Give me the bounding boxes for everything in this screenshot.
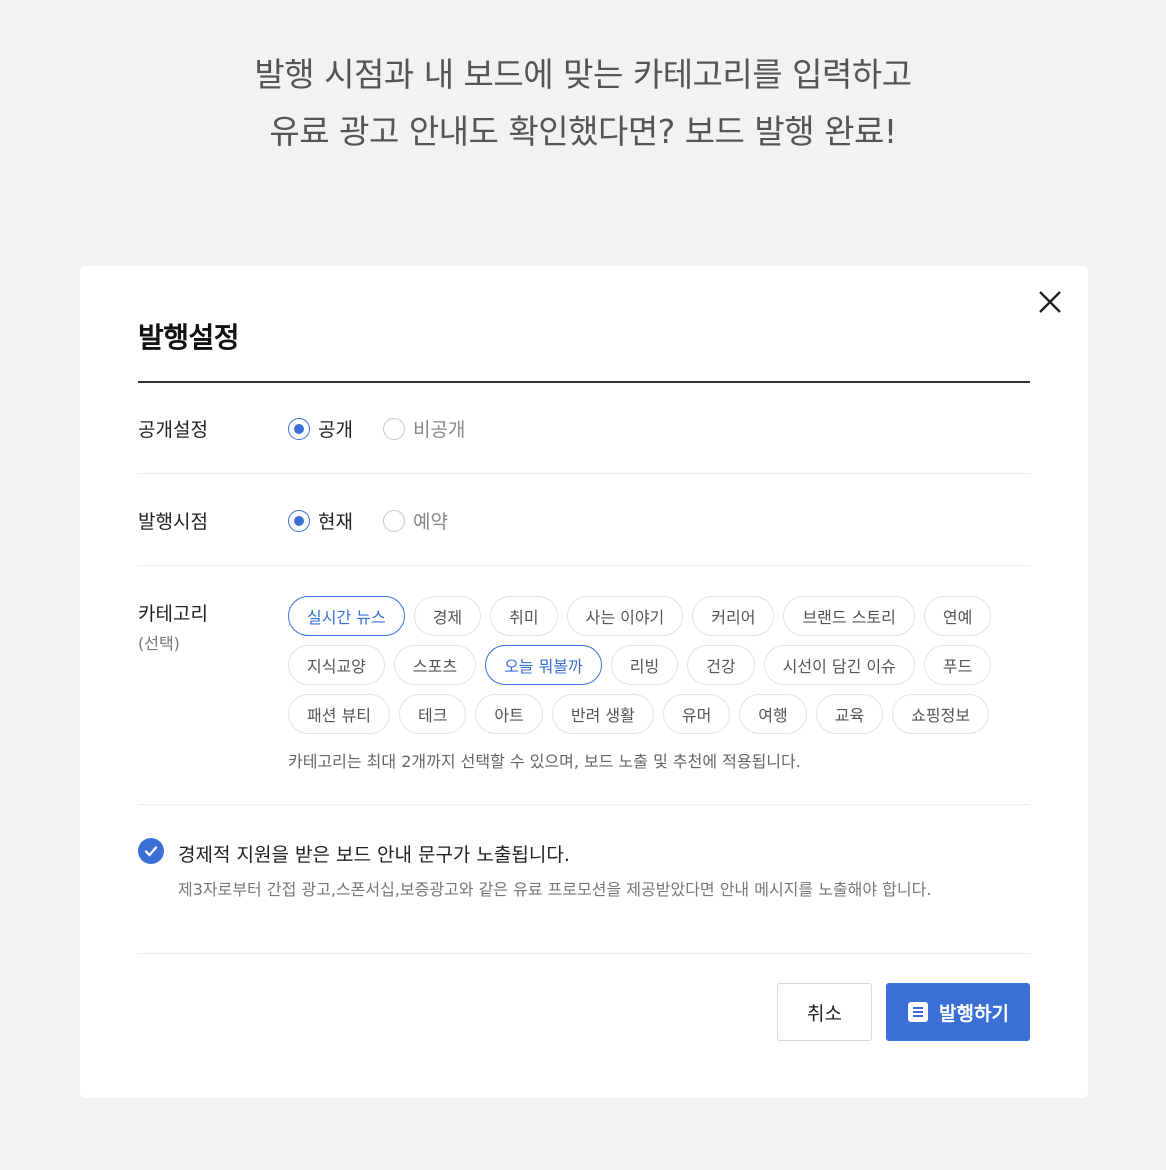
check-circle-icon[interactable] (138, 838, 164, 864)
chip-economy[interactable]: 경제 (413, 596, 482, 636)
publish-time-label: 발행시점 (138, 511, 208, 533)
cancel-button[interactable]: 취소 (777, 983, 872, 1041)
chip-pet-life[interactable]: 반려 생활 (551, 694, 654, 734)
radio-now-indicator[interactable] (288, 509, 310, 532)
radio-private-label: 비공개 (412, 419, 466, 441)
chip-entertainment[interactable]: 연예 (923, 596, 992, 636)
radio-schedule[interactable]: 예약 (382, 507, 448, 534)
publish-time-row: 발행시점 현재 예약 (138, 474, 1030, 566)
radio-public[interactable]: 공개 (288, 415, 353, 442)
category-row: 카테고리 (선택) 실시간 뉴스 경제 취미 사는 이야기 커리어 브랜드 스토… (138, 566, 1030, 805)
close-button[interactable] (1036, 288, 1064, 316)
chip-career[interactable]: 커리어 (692, 596, 775, 636)
chip-life-story[interactable]: 사는 이야기 (566, 596, 684, 636)
chip-tech[interactable]: 테크 (398, 694, 467, 734)
chip-knowledge[interactable]: 지식교양 (288, 645, 385, 685)
close-icon (1039, 291, 1061, 313)
visibility-label: 공개설정 (138, 419, 208, 441)
category-chip-list: 실시간 뉴스 경제 취미 사는 이야기 커리어 브랜드 스토리 연예 지식교양 … (288, 596, 1030, 743)
visibility-row: 공개설정 공개 비공개 (138, 383, 1030, 474)
headline-line-1: 발행 시점과 내 보드에 맞는 카테고리를 입력하고 (254, 55, 912, 94)
chip-fashion-beauty[interactable]: 패션 뷰티 (288, 694, 390, 734)
notice-title: 경제적 지원을 받은 보드 안내 문구가 노출됩니다. (178, 844, 570, 866)
chip-health[interactable]: 건강 (687, 645, 755, 685)
publish-button[interactable]: 발행하기 (886, 983, 1030, 1041)
radio-public-indicator[interactable] (288, 417, 310, 440)
modal-title: 발행설정 (138, 321, 240, 354)
chip-education[interactable]: 교육 (815, 694, 884, 734)
sponsored-notice-row: 경제적 지원을 받은 보드 안내 문구가 노출됩니다. 제3자로부터 간접 광고… (138, 806, 1030, 954)
chip-living[interactable]: 리빙 (610, 645, 679, 685)
publish-settings-modal: 발행설정 공개설정 공개 비공개 발행시점 현재 예약 카테고리 (선택) 실시… (80, 266, 1088, 1098)
notice-description: 제3자로부터 간접 광고,스폰서십,보증광고와 같은 유료 프로모션을 제공받았… (178, 880, 932, 899)
radio-now-label: 현재 (318, 511, 353, 533)
chip-humor[interactable]: 유머 (662, 694, 731, 734)
publish-time-radio-group: 현재 예약 (288, 507, 478, 534)
headline: 발행 시점과 내 보드에 맞는 카테고리를 입력하고 유료 광고 안내도 확인했… (0, 46, 1166, 160)
chip-row-1: 실시간 뉴스 경제 취미 사는 이야기 커리어 브랜드 스토리 연예 (288, 596, 1030, 636)
checkmark-icon (144, 846, 158, 857)
chip-row-2: 지식교양 스포츠 오늘 뭐볼까 리빙 건강 시선이 담긴 이슈 푸드 (288, 645, 1030, 685)
chip-realtime-news[interactable]: 실시간 뉴스 (288, 596, 405, 636)
chip-shopping-info[interactable]: 쇼핑정보 (892, 694, 990, 734)
chip-what-to-watch[interactable]: 오늘 뭐볼까 (485, 645, 602, 685)
chip-perspective-issue[interactable]: 시선이 담긴 이슈 (763, 645, 915, 685)
radio-now[interactable]: 현재 (288, 507, 353, 534)
radio-schedule-label: 예약 (412, 511, 448, 533)
category-hint: 카테고리는 최대 2개까지 선택할 수 있으며, 보드 노출 및 추천에 적용됩… (288, 752, 801, 771)
radio-public-label: 공개 (318, 419, 353, 441)
chip-food[interactable]: 푸드 (923, 645, 992, 685)
chip-row-3: 패션 뷰티 테크 아트 반려 생활 유머 여행 교육 쇼핑정보 (288, 694, 1030, 734)
radio-private-indicator[interactable] (382, 417, 405, 440)
radio-schedule-indicator[interactable] (382, 509, 405, 532)
headline-line-2: 유료 광고 안내도 확인했다면? 보드 발행 완료! (269, 112, 897, 151)
chip-brand-story[interactable]: 브랜드 스토리 (783, 596, 915, 636)
publish-button-label: 발행하기 (939, 1002, 1009, 1025)
chip-art[interactable]: 아트 (475, 694, 543, 734)
visibility-radio-group: 공개 비공개 (288, 415, 495, 442)
radio-private[interactable]: 비공개 (382, 415, 466, 442)
category-sublabel: (선택) (138, 634, 180, 653)
chip-travel[interactable]: 여행 (739, 694, 807, 734)
chip-hobby[interactable]: 취미 (490, 596, 558, 636)
chip-sports[interactable]: 스포츠 (393, 645, 477, 685)
category-label: 카테고리 (138, 603, 208, 625)
document-icon (907, 1001, 929, 1023)
